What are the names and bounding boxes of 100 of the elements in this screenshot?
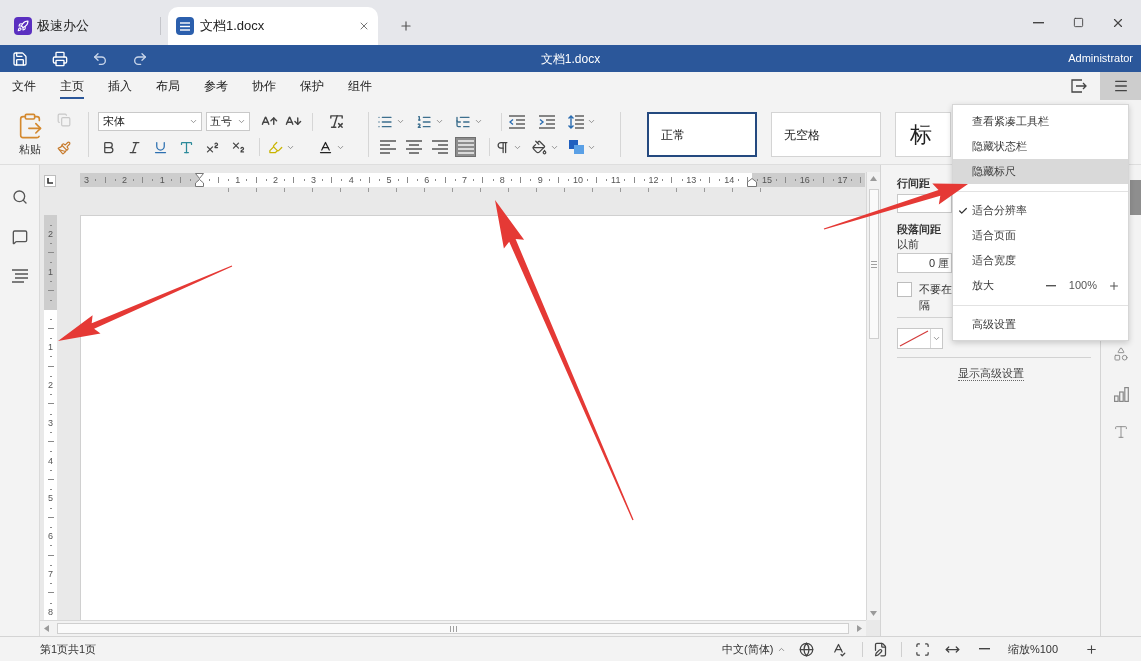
show-advanced-link[interactable]: 显示高级设置 xyxy=(957,366,1024,381)
fill-color-picker[interactable] xyxy=(897,328,943,349)
superscript-icon xyxy=(204,139,220,155)
menu-tab[interactable]: 文件 xyxy=(0,72,48,100)
undo-button[interactable] xyxy=(92,50,108,67)
redo-icon xyxy=(132,50,148,67)
style-preset[interactable]: 标 xyxy=(895,112,951,157)
ruler-number: 3 xyxy=(84,175,90,185)
field-label: 以前 xyxy=(897,237,919,251)
text-art-button[interactable] xyxy=(1112,423,1130,441)
caret-icon xyxy=(237,117,246,126)
letter-t-icon xyxy=(178,139,194,155)
ruler-number: 8 xyxy=(499,175,505,185)
style-preset[interactable]: 正常 xyxy=(647,112,757,157)
scroll-up-icon xyxy=(870,176,877,181)
align-right-icon xyxy=(431,140,448,154)
subscript-icon xyxy=(230,139,246,155)
font-name-dropdown[interactable]: 宋体 xyxy=(98,112,202,131)
redo-button[interactable] xyxy=(132,50,148,67)
menu-tab[interactable]: 主页 xyxy=(48,72,96,100)
align-button[interactable] xyxy=(377,137,398,157)
ruler-number: 12 xyxy=(648,175,659,185)
export-icon xyxy=(1071,79,1087,93)
format-painter-button[interactable] xyxy=(56,140,72,156)
shapes-button[interactable] xyxy=(1112,345,1130,363)
scrollbar-thumb[interactable] xyxy=(868,189,879,339)
caret-icon xyxy=(189,117,198,126)
align-button[interactable] xyxy=(403,137,424,157)
checkbox[interactable] xyxy=(897,282,912,297)
navigation-button[interactable] xyxy=(11,269,28,283)
check-icon xyxy=(957,205,968,216)
spacing-before-field[interactable]: 0 厘 xyxy=(897,253,952,273)
style-preset[interactable]: 无空格 xyxy=(771,112,881,157)
align-left-icon xyxy=(379,140,396,154)
decrease-indent-button[interactable] xyxy=(508,112,526,131)
menu-tab[interactable]: 保护 xyxy=(288,72,336,100)
menu-item[interactable]: 隐藏标尺 xyxy=(953,159,1128,184)
justify-icon xyxy=(457,140,474,154)
menu-tab[interactable]: 参考 xyxy=(192,72,240,100)
caret-icon xyxy=(932,334,941,343)
grip-icon xyxy=(449,625,457,632)
panel-indicator xyxy=(1130,180,1141,215)
tab-stop-icon xyxy=(47,178,53,184)
ruler-number: 1 xyxy=(235,175,241,185)
zoom-in-button[interactable] xyxy=(1108,279,1120,292)
ruler-number: 1 xyxy=(48,267,53,277)
comments-button[interactable] xyxy=(11,229,28,245)
menu-tab[interactable]: 插入 xyxy=(96,72,144,100)
document-tab[interactable]: 文档1.docx xyxy=(168,7,378,45)
line-spacing-button[interactable] xyxy=(568,112,596,131)
frame-corners-icon xyxy=(914,641,930,657)
borders-button[interactable] xyxy=(569,137,597,157)
app-tab[interactable]: 极速办公 xyxy=(8,7,160,45)
numbered-list-icon xyxy=(416,113,432,130)
print-button[interactable] xyxy=(52,50,68,67)
paste-button[interactable]: 粘贴 xyxy=(8,112,52,156)
tab-stop-button[interactable] xyxy=(44,175,56,187)
ruler-number: 3 xyxy=(48,418,53,428)
align-center-icon xyxy=(405,140,422,154)
align-button[interactable] xyxy=(455,137,476,157)
increase-indent-button[interactable] xyxy=(538,112,556,131)
user-name: Administrator xyxy=(1068,51,1134,67)
menu-item[interactable]: 适合宽度 xyxy=(953,248,1128,273)
track-changes-button[interactable] xyxy=(872,641,888,657)
scrollbar-thumb[interactable] xyxy=(57,623,849,634)
horizontal-scrollbar[interactable] xyxy=(40,620,866,636)
window-title: 文档1.docx xyxy=(540,50,601,68)
menu-item[interactable]: 查看紧凑工具栏 xyxy=(953,109,1128,134)
zoom-level: 缩放%100 xyxy=(1007,641,1059,657)
language-button[interactable]: 中文(简体) xyxy=(722,640,788,658)
menu-label: 放大 xyxy=(972,278,994,294)
plus-icon xyxy=(1084,642,1098,656)
menu-tab[interactable]: 布局 xyxy=(144,72,192,100)
menu-item[interactable]: 高级设置 xyxy=(953,312,1128,337)
no-fill-swatch-icon xyxy=(898,329,930,348)
save-button[interactable] xyxy=(12,50,28,67)
printer-icon xyxy=(52,50,68,67)
zoom-in-button[interactable] xyxy=(1084,642,1098,656)
new-tab-button[interactable] xyxy=(399,19,413,33)
paintbrush-icon xyxy=(57,141,71,155)
section-label: 段落间距 xyxy=(897,222,941,236)
fit-page-button[interactable] xyxy=(914,641,930,657)
menu-item[interactable]: 适合分辨率 xyxy=(953,198,1128,223)
menu-tab[interactable]: 协作 xyxy=(240,72,288,100)
language-settings-button[interactable] xyxy=(798,641,814,657)
ruler-number: 10 xyxy=(572,175,583,185)
menu-item[interactable]: 适合页面 xyxy=(953,223,1128,248)
ruler-number: 5 xyxy=(386,175,392,185)
font-size-dropdown[interactable]: 五号 xyxy=(206,112,250,131)
menu-button[interactable] xyxy=(1100,72,1141,100)
chart-button[interactable] xyxy=(1112,385,1130,403)
minus-icon xyxy=(978,648,990,650)
menu-item[interactable]: 隐藏状态栏 xyxy=(953,134,1128,159)
clear-format-icon xyxy=(327,113,345,130)
vertical-scrollbar[interactable] xyxy=(866,172,880,620)
search-button[interactable] xyxy=(11,189,28,205)
align-button[interactable] xyxy=(429,137,450,157)
menu-tab[interactable]: 组件 xyxy=(336,72,384,100)
save-icon xyxy=(12,50,28,67)
ruler-number: 9 xyxy=(537,175,543,185)
